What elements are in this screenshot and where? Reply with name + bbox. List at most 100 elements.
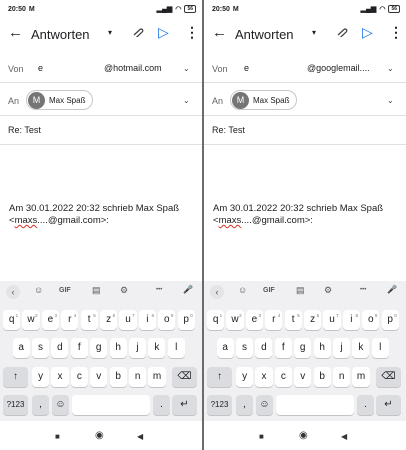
subject-row[interactable]: Re: Test [0, 117, 202, 145]
key-u[interactable]: u7 [323, 310, 341, 330]
sticker-icon[interactable]: ☺ [238, 285, 247, 295]
shift-key[interactable]: ↑ [3, 367, 28, 387]
attachment-icon[interactable] [131, 26, 144, 40]
key-v[interactable]: v [90, 367, 108, 387]
key-k[interactable]: k [352, 338, 370, 358]
key-r[interactable]: r4 [265, 310, 283, 330]
comma-key[interactable]: , [32, 395, 49, 415]
chevron-down-icon[interactable]: ⌄ [387, 96, 394, 105]
key-q[interactable]: q1 [207, 310, 225, 330]
key-b[interactable]: b [109, 367, 127, 387]
subject-field[interactable]: Re: Test [8, 125, 41, 135]
key-g[interactable]: g [90, 338, 108, 358]
more-options-icon[interactable]: ⋮ [389, 24, 403, 41]
microphone-icon[interactable]: 🎤 [183, 285, 193, 294]
nav-back-icon[interactable]: ◀ [137, 432, 143, 441]
key-t[interactable]: t5 [284, 310, 302, 330]
clipboard-icon[interactable]: ▤ [92, 285, 101, 296]
more-tools-icon[interactable]: ••• [156, 287, 162, 293]
recipient-chip[interactable]: M Max Spaß [26, 90, 94, 110]
key-s[interactable]: s [235, 338, 254, 358]
key-n[interactable]: n [333, 367, 351, 387]
clipboard-icon[interactable]: ▤ [296, 285, 305, 296]
from-row[interactable]: Von e @googlemail.... ⌄ [204, 53, 406, 83]
key-l[interactable]: l [167, 338, 185, 358]
recipient-chip[interactable]: M Max Spaß [230, 90, 298, 110]
emoji-key[interactable]: ☺ [256, 395, 273, 415]
settings-gear-icon[interactable]: ⚙ [120, 285, 128, 296]
back-arrow-icon[interactable]: ← [212, 24, 227, 41]
key-d[interactable]: d [255, 338, 273, 358]
key-z[interactable]: z6 [304, 310, 322, 330]
key-j[interactable]: j [332, 338, 351, 358]
key-u[interactable]: u7 [119, 310, 137, 330]
microphone-icon[interactable]: 🎤 [387, 285, 397, 294]
key-c[interactable]: c [70, 367, 88, 387]
key-z[interactable]: z6 [100, 310, 118, 330]
key-n[interactable]: n [129, 367, 147, 387]
enter-key[interactable]: ↵ [172, 395, 197, 415]
chevron-down-icon[interactable]: ⌄ [183, 64, 190, 73]
key-j[interactable]: j [128, 338, 147, 358]
key-m[interactable]: m [352, 367, 370, 387]
back-arrow-icon[interactable]: ← [8, 24, 23, 41]
gif-icon[interactable]: GIF [263, 287, 275, 294]
key-e[interactable]: e3 [245, 310, 263, 330]
quoted-text[interactable]: Am 30.01.2022 20:32 schrieb Max Spaß <ma… [9, 203, 199, 227]
key-q[interactable]: q1 [3, 310, 21, 330]
settings-gear-icon[interactable]: ⚙ [324, 285, 332, 296]
chevron-down-icon[interactable]: ⌄ [183, 96, 190, 105]
key-h[interactable]: h [313, 338, 331, 358]
key-f[interactable]: f [70, 338, 88, 358]
attachment-icon[interactable] [335, 26, 348, 40]
space-key[interactable] [72, 395, 150, 415]
more-options-icon[interactable]: ⋮ [185, 24, 199, 41]
key-w[interactable]: w2 [226, 310, 244, 330]
reply-mode-dropdown-icon[interactable]: ▾ [108, 28, 112, 37]
key-k[interactable]: k [148, 338, 166, 358]
key-w[interactable]: w2 [22, 310, 40, 330]
to-row[interactable]: An M Max Spaß ⌄ [204, 84, 406, 116]
key-i[interactable]: i8 [342, 310, 360, 330]
recents-icon[interactable]: ■ [55, 432, 60, 441]
key-f[interactable]: f [274, 338, 292, 358]
from-row[interactable]: Von e @hotmail.com ⌄ [0, 53, 202, 83]
key-x[interactable]: x [255, 367, 273, 387]
key-g[interactable]: g [294, 338, 312, 358]
key-s[interactable]: s [31, 338, 50, 358]
space-key[interactable] [276, 395, 354, 415]
period-key[interactable]: . [153, 395, 170, 415]
sticker-icon[interactable]: ☺ [34, 285, 43, 295]
comma-key[interactable]: , [236, 395, 253, 415]
to-row[interactable]: An M Max Spaß ⌄ [0, 84, 202, 116]
key-v[interactable]: v [294, 367, 312, 387]
key-a[interactable]: a [12, 338, 30, 358]
emoji-key[interactable]: ☺ [52, 395, 69, 415]
home-icon[interactable]: ◉ [95, 430, 104, 441]
reply-mode-dropdown-icon[interactable]: ▾ [312, 28, 316, 37]
key-c[interactable]: c [274, 367, 292, 387]
period-key[interactable]: . [357, 395, 374, 415]
more-tools-icon[interactable]: ••• [360, 287, 366, 293]
recents-icon[interactable]: ■ [259, 432, 264, 441]
key-o[interactable]: o9 [158, 310, 176, 330]
key-x[interactable]: x [51, 367, 69, 387]
key-o[interactable]: o9 [362, 310, 380, 330]
send-icon[interactable]: ▷ [362, 24, 373, 41]
numbers-key[interactable]: ?123 [207, 395, 232, 415]
key-m[interactable]: m [148, 367, 166, 387]
backspace-key[interactable]: ⌫ [172, 367, 197, 387]
subject-field[interactable]: Re: Test [212, 125, 245, 135]
gif-icon[interactable]: GIF [59, 287, 71, 294]
key-p[interactable]: p0 [177, 310, 195, 330]
key-y[interactable]: y [32, 367, 50, 387]
enter-key[interactable]: ↵ [376, 395, 401, 415]
key-e[interactable]: e3 [41, 310, 59, 330]
quoted-text[interactable]: Am 30.01.2022 20:32 schrieb Max Spaß <ma… [213, 203, 403, 227]
home-icon[interactable]: ◉ [299, 430, 308, 441]
shift-key[interactable]: ↑ [207, 367, 232, 387]
chevron-down-icon[interactable]: ⌄ [387, 64, 394, 73]
key-y[interactable]: y [236, 367, 254, 387]
subject-row[interactable]: Re: Test [204, 117, 406, 145]
collapse-toolbar-icon[interactable]: ‹ [210, 285, 224, 299]
